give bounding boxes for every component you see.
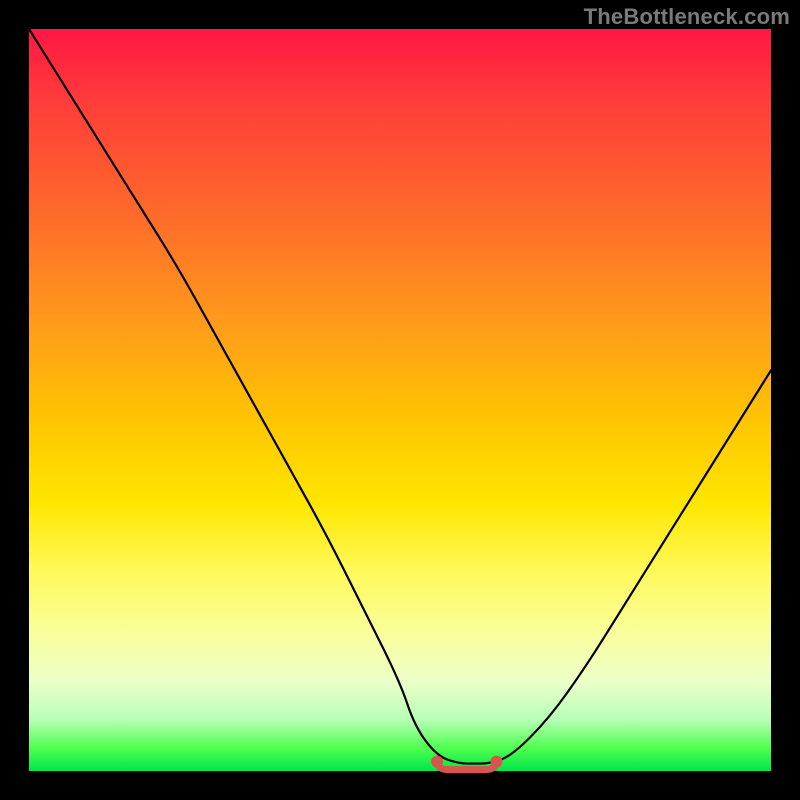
flat-region-marker: [29, 29, 771, 771]
flat-region-start-dot: [431, 756, 443, 768]
chart-frame: TheBottleneck.com: [0, 0, 800, 800]
watermark-label: TheBottleneck.com: [584, 4, 790, 30]
flat-region-end-dot: [490, 756, 502, 768]
flat-region-path: [437, 760, 496, 770]
plot-area: [29, 29, 771, 771]
